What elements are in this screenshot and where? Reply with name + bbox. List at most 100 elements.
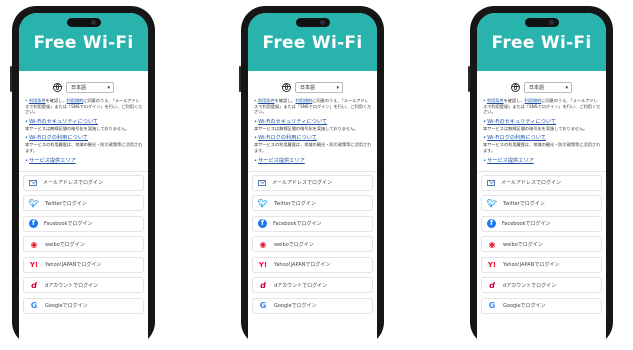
area-link[interactable]: サービス提供エリア [29, 158, 76, 164]
login-label: Twitterでログイン [274, 200, 316, 207]
d-account-login-button[interactable]: d dアカウントでログイン [252, 277, 373, 294]
login-label: Googleでログイン [45, 303, 88, 310]
info-section: • 利用条件を確認し、利用規約に同意のうえ、「メールアドレスで利用登録」または「… [248, 94, 377, 165]
login-label: Googleでログイン [274, 303, 317, 310]
tos-link[interactable]: 利用規約 [296, 98, 313, 103]
area-link[interactable]: サービス提供エリア [258, 158, 305, 164]
mail-icon [487, 179, 495, 186]
mail-icon [258, 179, 266, 186]
log-link[interactable]: Wi-Fiログの利用について [29, 135, 88, 141]
info-section: • 利用条件を確認し、利用規約に同意のうえ、「メールアドレスで利用登録」または「… [477, 94, 606, 165]
area-link[interactable]: サービス提供エリア [487, 158, 534, 164]
login-label: Facebookでログイン [44, 221, 93, 228]
security-text: 本サービスは無線区間の暗号化を実施しておりません。 [25, 125, 130, 131]
login-label: Yahoo!JAPANでログイン [503, 262, 560, 269]
login-label: メールアドレスでログイン [501, 180, 562, 187]
divider [248, 170, 377, 172]
note-security: •Wi-Fiのセキュリティについて 本サービスは無線区間の暗号化を実施しておりま… [254, 119, 372, 132]
weibo-login-button[interactable]: ◉ weiboでログイン [481, 236, 602, 253]
facebook-login-button[interactable]: f Facebookでログイン [481, 215, 602, 232]
portal-header: Free Wi-Fi [19, 13, 148, 71]
terms-link[interactable]: 利用条件 [258, 98, 275, 103]
google-login-button[interactable]: G Googleでログイン [481, 297, 602, 314]
facebook-icon: f [29, 219, 38, 229]
terms-link[interactable]: 利用条件 [487, 98, 504, 103]
login-label: dアカウントでログイン [274, 282, 328, 289]
login-label: weiboでログイン [503, 241, 543, 248]
note-log: •Wi-Fiログの利用について 本サービスの利用履歴は、地域の観光・防災政策等に… [254, 135, 372, 153]
login-label: weiboでログイン [274, 241, 314, 248]
twitter-login-button[interactable]: 🐦︎ Twitterでログイン [252, 195, 373, 212]
weibo-login-button[interactable]: ◉ weiboでログイン [252, 236, 373, 253]
yahoo-icon: Y! [487, 260, 497, 269]
login-label: dアカウントでログイン [45, 282, 99, 289]
security-link[interactable]: Wi-Fiのセキュリティについて [487, 119, 556, 125]
terms-link[interactable]: 利用条件 [29, 98, 46, 103]
tos-link[interactable]: 利用規約 [525, 98, 542, 103]
d-account-login-button[interactable]: d dアカウントでログイン [23, 277, 144, 294]
language-select[interactable]: 日本語 ▾ [66, 81, 114, 93]
yahoo-login-button[interactable]: Y! Yahoo!JAPANでログイン [252, 256, 373, 273]
twitter-icon: 🐦︎ [257, 198, 269, 208]
divider [19, 170, 148, 172]
google-login-button[interactable]: G Googleでログイン [23, 297, 144, 314]
phone-mockup: Free Wi-Fi 日本語 ▾ • 利用条件を確認し、利用規約に同意のうえ、「… [10, 6, 155, 346]
email-login-button[interactable]: メールアドレスでログイン [23, 174, 144, 191]
login-label: Yahoo!JAPANでログイン [274, 262, 331, 269]
log-link[interactable]: Wi-Fiログの利用について [258, 135, 317, 141]
note-log: •Wi-Fiログの利用について 本サービスの利用履歴は、地域の観光・防災政策等に… [25, 135, 143, 153]
portal-title: Free Wi-Fi [491, 33, 592, 53]
mail-icon [29, 179, 37, 186]
login-options: メールアドレスでログイン 🐦︎ Twitterでログイン f Facebookで… [19, 174, 148, 314]
language-select[interactable]: 日本語 ▾ [524, 81, 572, 93]
login-label: Facebookでログイン [273, 221, 322, 228]
portal-title: Free Wi-Fi [33, 33, 134, 53]
yahoo-login-button[interactable]: Y! Yahoo!JAPANでログイン [23, 256, 144, 273]
intro-text: • 利用条件を確認し、利用規約に同意のうえ、「メールアドレスで利用登録」または「… [483, 98, 601, 115]
login-label: メールアドレスでログイン [272, 180, 333, 187]
google-login-button[interactable]: G Googleでログイン [252, 297, 373, 314]
phone-mockup: Free Wi-Fi 日本語 ▾ • 利用条件を確認し、利用規約に同意のうえ、「… [468, 6, 613, 346]
weibo-icon: ◉ [30, 239, 38, 249]
note-area: •サービス提供エリア [25, 157, 76, 164]
d-account-icon: d [489, 280, 495, 290]
twitter-icon: 🐦︎ [28, 198, 40, 208]
portal-header: Free Wi-Fi [248, 13, 377, 71]
login-label: Twitterでログイン [503, 200, 545, 207]
yahoo-login-button[interactable]: Y! Yahoo!JAPANでログイン [481, 256, 602, 273]
note-security: •Wi-Fiのセキュリティについて 本サービスは無線区間の暗号化を実施しておりま… [25, 119, 143, 132]
d-account-icon: d [260, 280, 266, 290]
email-login-button[interactable]: メールアドレスでログイン [481, 174, 602, 191]
facebook-login-button[interactable]: f Facebookでログイン [23, 215, 144, 232]
dynamic-island [524, 18, 559, 27]
weibo-login-button[interactable]: ◉ weiboでログイン [23, 236, 144, 253]
d-account-login-button[interactable]: d dアカウントでログイン [481, 277, 602, 294]
log-link[interactable]: Wi-Fiログの利用について [487, 135, 546, 141]
google-icon: G [259, 301, 267, 311]
log-text: 本サービスの利用履歴は、地域の観光・防災政策等に活用されます。 [483, 142, 601, 153]
language-row: 日本語 ▾ [19, 80, 148, 94]
intro-mid: を確認し、 [503, 98, 525, 103]
note-security: •Wi-Fiのセキュリティについて 本サービスは無線区間の暗号化を実施しておりま… [483, 119, 601, 132]
login-label: Facebookでログイン [502, 221, 551, 228]
weibo-icon: ◉ [488, 239, 496, 249]
facebook-login-button[interactable]: f Facebookでログイン [252, 215, 373, 232]
globe-icon [511, 82, 520, 92]
chevron-down-icon: ▾ [565, 84, 568, 91]
twitter-login-button[interactable]: 🐦︎ Twitterでログイン [481, 195, 602, 212]
globe-icon [53, 82, 62, 92]
email-login-button[interactable]: メールアドレスでログイン [252, 174, 373, 191]
twitter-login-button[interactable]: 🐦︎ Twitterでログイン [23, 195, 144, 212]
intro-mid: を確認し、 [45, 98, 67, 103]
security-link[interactable]: Wi-Fiのセキュリティについて [258, 119, 327, 125]
google-icon: G [488, 301, 496, 311]
language-select[interactable]: 日本語 ▾ [295, 81, 343, 93]
security-link[interactable]: Wi-Fiのセキュリティについて [29, 119, 98, 125]
login-label: Yahoo!JAPANでログイン [45, 262, 102, 269]
chevron-down-icon: ▾ [336, 84, 339, 91]
note-area: •サービス提供エリア [254, 157, 305, 164]
tos-link[interactable]: 利用規約 [67, 98, 84, 103]
login-options: メールアドレスでログイン 🐦︎ Twitterでログイン f Facebookで… [248, 174, 377, 314]
facebook-icon: f [258, 219, 267, 229]
chevron-down-icon: ▾ [107, 84, 110, 91]
